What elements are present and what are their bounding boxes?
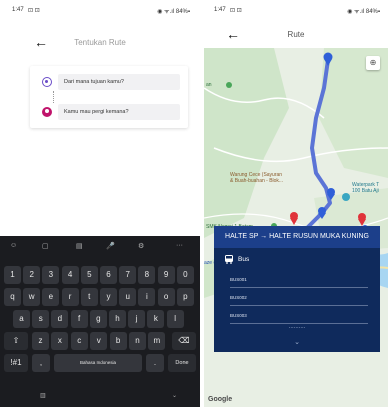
status-bar: 1:47 ⊡ ⊡ ◉ ᯤ.ıl 84%▪ [204,0,388,20]
comma-key[interactable]: , [32,354,50,372]
letter-key[interactable]: z [32,332,49,350]
app-bar: ← Rute [204,20,388,48]
clipboard-icon[interactable]: ▤ [76,242,83,250]
keyboard-row-3: ⇧ ⌫ zxcvbnm [2,332,198,350]
letter-key[interactable]: r [61,288,79,306]
letter-key[interactable]: o [157,288,175,306]
letter-key[interactable]: q [4,288,21,306]
origin-marker-icon [42,77,52,87]
bus-list-item[interactable]: BUS002 [230,290,368,306]
notification-icons: ⊡ ⊡ [28,8,40,14]
done-key[interactable]: Done [168,354,196,372]
my-location-button[interactable]: ⊕ [366,56,380,70]
bus-list-item[interactable]: BUS001 [230,272,368,288]
letter-key[interactable]: f [70,310,88,328]
letter-key[interactable]: n [129,332,146,350]
hide-keyboard-icon[interactable]: ⌄ [172,392,177,399]
route-title: HALTE SP → HALTE RUSUN MUKA KUNING [214,226,380,248]
origin-input[interactable]: Dari mana tujuan kamu? [58,74,180,90]
letter-key[interactable]: h [109,310,126,328]
number-key[interactable]: 5 [80,266,98,284]
page-title: Rute [287,30,305,39]
sticker-icon[interactable]: ▢ [42,242,49,250]
letter-key[interactable]: u [119,288,137,306]
transport-mode: Bus [238,256,250,263]
route-connector-line [52,91,54,103]
number-key[interactable]: 4 [61,266,79,284]
keyboard-row-1: qwertyuiop [2,288,198,306]
letter-key[interactable]: k [147,310,165,328]
origin-row: Dari mana tujuan kamu? [36,74,180,90]
letter-key[interactable]: j [128,310,146,328]
bus-list-item[interactable]: BUS003 [230,308,368,324]
map-label-park: an [206,82,212,88]
bus-icon [225,255,233,264]
map-label-warung: Warung Cece (Sayuran & Buah-buahan - Blo… [230,172,284,184]
letter-key[interactable]: a [13,310,30,328]
more-options-icon[interactable]: ··· [176,242,183,249]
microphone-icon[interactable]: 🎤 [106,242,115,250]
keyboard-toolbar: ☺ ▢ ▤ 🎤 ⚙ ··· [0,240,200,256]
letter-key[interactable]: d [51,310,69,328]
period-key[interactable]: . [146,354,164,372]
keyboard-switch-icon[interactable]: ▥ [40,392,46,399]
keyboard-bottom-row: !#1 , Bahasa Indonesia . Done [2,354,198,372]
number-key[interactable]: 3 [42,266,60,284]
letter-key[interactable]: b [109,332,127,350]
letter-key[interactable]: g [89,310,107,328]
keyboard-row-2: asdfghjkl [2,310,198,328]
map-label-waterpark: Waterpark T 100 Batu Aji [352,182,380,194]
number-key[interactable]: 8 [138,266,156,284]
letter-key[interactable]: y [100,288,117,306]
status-indicators: ◉ ᯤ.ıl 84%▪ [157,9,190,15]
route-map-screen: 1:47 ⊡ ⊡ ◉ ᯤ.ıl 84%▪ ← Rute ⊕ an Warung … [204,0,388,407]
destination-row: Kamu mau pergi kemana? [36,104,180,120]
letter-key[interactable]: l [166,310,184,328]
symbols-key[interactable]: !#1 [4,354,28,372]
route-input-screen: 1:47 ⊡ ⊡ ◉ ᯤ.ıl 84%▪ ← Tentukan Rute Dar… [0,0,200,407]
number-key[interactable]: 9 [157,266,175,284]
route-info-panel: HALTE SP → HALTE RUSUN MUKA KUNING Bus B… [214,226,380,352]
route-input-card: Dari mana tujuan kamu? Kamu mau pergi ke… [30,66,188,128]
letter-key[interactable]: w [23,288,41,306]
keyboard-number-row: 1234567890 [2,266,198,284]
letter-key[interactable]: c [70,332,88,350]
letter-key[interactable]: s [32,310,50,328]
number-key[interactable]: 7 [119,266,137,284]
status-bar: 1:47 ⊡ ⊡ ◉ ᯤ.ıl 84%▪ [0,0,200,20]
app-bar: ← Tentukan Rute [0,28,200,56]
page-title: Tentukan Rute [74,38,126,47]
number-key[interactable]: 6 [100,266,117,284]
settings-gear-icon[interactable]: ⚙ [138,242,144,250]
status-indicators: ◉ ᯤ.ıl 84%▪ [347,9,380,15]
status-time: 1:47 [12,7,24,13]
letter-key[interactable]: e [42,288,60,306]
google-logo: Google [208,396,233,403]
backspace-key[interactable]: ⌫ [172,332,196,350]
notification-icons: ⊡ ⊡ [230,8,242,14]
on-screen-keyboard: ☺ ▢ ▤ 🎤 ⚙ ··· 1234567890 qwertyuiop asdf… [0,236,200,407]
number-key[interactable]: 2 [23,266,41,284]
letter-key[interactable]: i [138,288,156,306]
shift-key[interactable]: ⇧ [4,332,28,350]
destination-input[interactable]: Kamu mau pergi kemana? [58,104,180,120]
more-indicator: .......... [288,324,306,330]
letter-key[interactable]: v [90,332,108,350]
space-key[interactable]: Bahasa Indonesia [54,354,142,372]
letter-key[interactable]: t [80,288,98,306]
letter-key[interactable]: m [148,332,166,350]
emoji-icon[interactable]: ☺ [10,242,17,249]
letter-key[interactable]: x [51,332,69,350]
collapse-chevron-icon[interactable]: ⌄ [214,338,380,346]
number-key[interactable]: 1 [4,266,21,284]
status-time: 1:47 [214,7,226,13]
navigation-bar: ▥ ⌄ [0,392,200,404]
number-key[interactable]: 0 [176,266,194,284]
destination-pin-icon [42,107,52,117]
letter-key[interactable]: p [176,288,194,306]
